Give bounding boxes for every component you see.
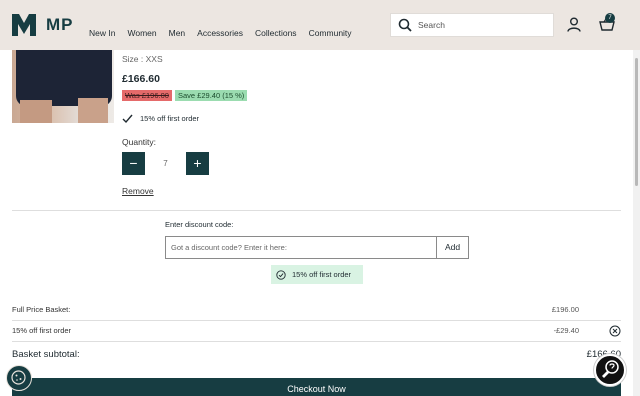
- quantity-label: Quantity:: [122, 137, 157, 147]
- basket-count-badge: 7: [605, 13, 615, 23]
- promo-text: 15% off first order: [140, 114, 200, 123]
- cookie-icon: [11, 370, 26, 385]
- nav-item-community[interactable]: Community: [309, 28, 352, 38]
- nav-item-women[interactable]: Women: [127, 28, 156, 38]
- applied-promo-badge: 15% off first order: [271, 265, 363, 284]
- check-circle-icon: [276, 269, 286, 280]
- close-circle-icon[interactable]: [609, 325, 621, 337]
- applied-promo-text: 15% off first order: [292, 270, 352, 279]
- remove-item-link[interactable]: Remove: [122, 186, 154, 196]
- scrollbar-thumb[interactable]: [635, 58, 638, 186]
- product-size: Size : XXS: [122, 54, 163, 64]
- product-leg-left: [20, 100, 52, 123]
- site-header: MP New In Women Men Accessories Collecti…: [0, 0, 640, 50]
- was-price-badge: Was £196.00: [122, 90, 172, 101]
- summary-label-full-price: Full Price Basket:: [12, 305, 71, 314]
- product-image[interactable]: [12, 50, 114, 123]
- summary-label-promo: 15% off first order: [12, 326, 72, 335]
- discount-code-input[interactable]: [165, 236, 437, 259]
- summary-value-full-price: £196.00: [551, 305, 579, 314]
- quantity-increase-button[interactable]: +: [186, 152, 209, 175]
- divider: [12, 210, 621, 211]
- divider: [12, 320, 621, 321]
- product-promo: 15% off first order: [122, 113, 199, 124]
- product-price: £166.60: [122, 73, 160, 85]
- check-icon: [122, 114, 133, 124]
- search-icon[interactable]: [398, 18, 412, 32]
- checkout-button[interactable]: Checkout Now: [12, 378, 621, 396]
- nav-item-men[interactable]: Men: [169, 28, 186, 38]
- search-input[interactable]: [418, 20, 548, 30]
- discount-label: Enter discount code:: [165, 220, 234, 229]
- divider: [12, 341, 621, 342]
- nav-item-new-in[interactable]: New In: [89, 28, 115, 38]
- nav-item-collections[interactable]: Collections: [255, 28, 297, 38]
- help-icon: [602, 360, 619, 378]
- account-icon[interactable]: [567, 17, 581, 32]
- summary-value-promo: -£29.40: [553, 326, 579, 335]
- main-nav: New In Women Men Accessories Collections…: [89, 28, 364, 38]
- logo[interactable]: MP: [12, 14, 74, 36]
- logo-mark-icon: [12, 14, 36, 36]
- search-box: [390, 13, 554, 37]
- logo-text: MP: [46, 15, 74, 34]
- save-badge: Save £29.40 (15 %): [175, 90, 248, 101]
- nav-item-accessories[interactable]: Accessories: [197, 28, 243, 38]
- subtotal-label: Basket subtotal:: [12, 349, 80, 360]
- quantity-input[interactable]: [150, 152, 181, 175]
- help-chat-button[interactable]: [594, 354, 626, 386]
- add-discount-button[interactable]: Add: [436, 236, 469, 259]
- product-leg-right: [78, 98, 108, 123]
- quantity-decrease-button[interactable]: −: [122, 152, 145, 175]
- cookie-settings-button[interactable]: [6, 365, 32, 391]
